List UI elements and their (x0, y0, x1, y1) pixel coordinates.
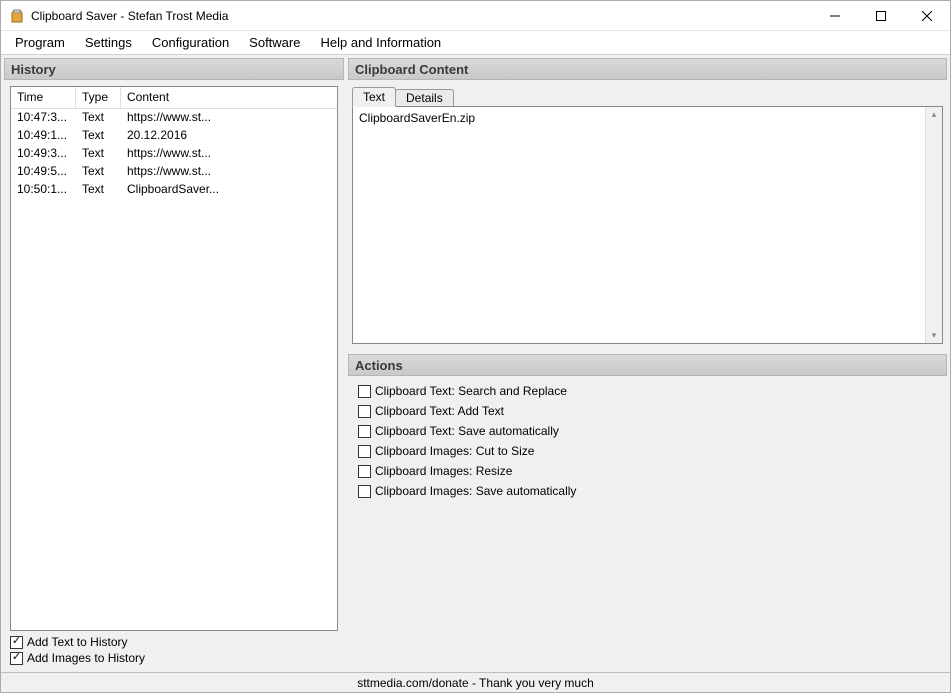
titlebar: Clipboard Saver - Stefan Trost Media (1, 1, 950, 31)
history-columns: Time Type Content (11, 87, 337, 109)
action-item[interactable]: Clipboard Text: Save automatically (358, 424, 937, 438)
history-row[interactable]: 10:49:5...Texthttps://www.st... (11, 163, 337, 181)
cell-type: Text (76, 163, 121, 181)
menu-program[interactable]: Program (7, 32, 73, 53)
history-options: Add Text to History Add Images to Histor… (10, 631, 338, 665)
cell-content: 20.12.2016 (121, 127, 337, 145)
chk-add-images[interactable]: Add Images to History (10, 651, 338, 665)
scroll-down-icon: ▾ (932, 330, 937, 341)
chk-add-text[interactable]: Add Text to History (10, 635, 338, 649)
history-row[interactable]: 10:50:1...TextClipboardSaver... (11, 181, 337, 199)
clipboard-panel: Clipboard Content Text Details ▴ ▾ (348, 58, 947, 348)
right-column: Clipboard Content Text Details ▴ ▾ Actio… (348, 58, 947, 669)
window-title: Clipboard Saver - Stefan Trost Media (31, 9, 228, 23)
chk-add-text-label: Add Text to History (27, 635, 128, 649)
col-content[interactable]: Content (121, 87, 337, 108)
clipboard-header: Clipboard Content (348, 58, 947, 80)
app-icon (9, 8, 25, 24)
clipboard-content-box: ▴ ▾ (352, 106, 943, 344)
window-controls (812, 1, 950, 30)
cell-time: 10:49:5... (11, 163, 76, 181)
checkbox-icon (358, 445, 371, 458)
scroll-up-icon: ▴ (932, 109, 937, 120)
cell-content: https://www.st... (121, 145, 337, 163)
cell-type: Text (76, 127, 121, 145)
cell-time: 10:49:3... (11, 145, 76, 163)
actions-panel: Actions Clipboard Text: Search and Repla… (348, 354, 947, 669)
action-label: Clipboard Text: Add Text (375, 404, 504, 418)
checkbox-icon (358, 465, 371, 478)
cell-type: Text (76, 109, 121, 127)
menu-help[interactable]: Help and Information (312, 32, 449, 53)
checkbox-icon (358, 485, 371, 498)
action-item[interactable]: Clipboard Text: Search and Replace (358, 384, 937, 398)
cell-time: 10:49:1... (11, 127, 76, 145)
tab-details[interactable]: Details (395, 89, 454, 106)
actions-header: Actions (348, 354, 947, 376)
cell-content: ClipboardSaver... (121, 181, 337, 199)
maximize-button[interactable] (858, 1, 904, 30)
menubar: Program Settings Configuration Software … (1, 31, 950, 55)
tab-text[interactable]: Text (352, 87, 396, 107)
action-label: Clipboard Text: Search and Replace (375, 384, 567, 398)
cell-time: 10:50:1... (11, 181, 76, 199)
action-label: Clipboard Images: Cut to Size (375, 444, 534, 458)
cell-time: 10:47:3... (11, 109, 76, 127)
checkbox-icon (358, 385, 371, 398)
action-label: Clipboard Images: Save automatically (375, 484, 576, 498)
status-text: sttmedia.com/donate - Thank you very muc… (357, 676, 594, 690)
history-header: History (4, 58, 344, 80)
close-button[interactable] (904, 1, 950, 30)
history-body: Time Type Content 10:47:3...Texthttps://… (4, 80, 344, 669)
statusbar: sttmedia.com/donate - Thank you very muc… (1, 672, 950, 692)
scrollbar[interactable]: ▴ ▾ (925, 107, 942, 343)
cell-content: https://www.st... (121, 163, 337, 181)
action-item[interactable]: Clipboard Text: Add Text (358, 404, 937, 418)
chk-add-images-label: Add Images to History (27, 651, 145, 665)
history-rows: 10:47:3...Texthttps://www.st...10:49:1..… (11, 109, 337, 630)
menu-configuration[interactable]: Configuration (144, 32, 237, 53)
history-row[interactable]: 10:47:3...Texthttps://www.st... (11, 109, 337, 127)
action-item[interactable]: Clipboard Images: Save automatically (358, 484, 937, 498)
action-label: Clipboard Text: Save automatically (375, 424, 559, 438)
checkbox-icon (10, 636, 23, 649)
history-listview[interactable]: Time Type Content 10:47:3...Texthttps://… (10, 86, 338, 631)
actions-body: Clipboard Text: Search and Replace Clipbo… (348, 376, 947, 669)
cell-content: https://www.st... (121, 109, 337, 127)
action-item[interactable]: Clipboard Images: Resize (358, 464, 937, 478)
col-type[interactable]: Type (76, 87, 121, 108)
cell-type: Text (76, 181, 121, 199)
history-row[interactable]: 10:49:3...Texthttps://www.st... (11, 145, 337, 163)
clipboard-tabs: Text Details (348, 84, 947, 106)
menu-software[interactable]: Software (241, 32, 308, 53)
history-row[interactable]: 10:49:1...Text20.12.2016 (11, 127, 337, 145)
minimize-button[interactable] (812, 1, 858, 30)
action-label: Clipboard Images: Resize (375, 464, 512, 478)
menu-settings[interactable]: Settings (77, 32, 140, 53)
checkbox-icon (358, 425, 371, 438)
checkbox-icon (10, 652, 23, 665)
col-time[interactable]: Time (11, 87, 76, 108)
action-item[interactable]: Clipboard Images: Cut to Size (358, 444, 937, 458)
cell-type: Text (76, 145, 121, 163)
checkbox-icon (358, 405, 371, 418)
clipboard-text-area[interactable] (353, 107, 925, 343)
history-panel: History Time Type Content 10:47:3...Text… (4, 58, 344, 669)
workspace: History Time Type Content 10:47:3...Text… (1, 55, 950, 672)
